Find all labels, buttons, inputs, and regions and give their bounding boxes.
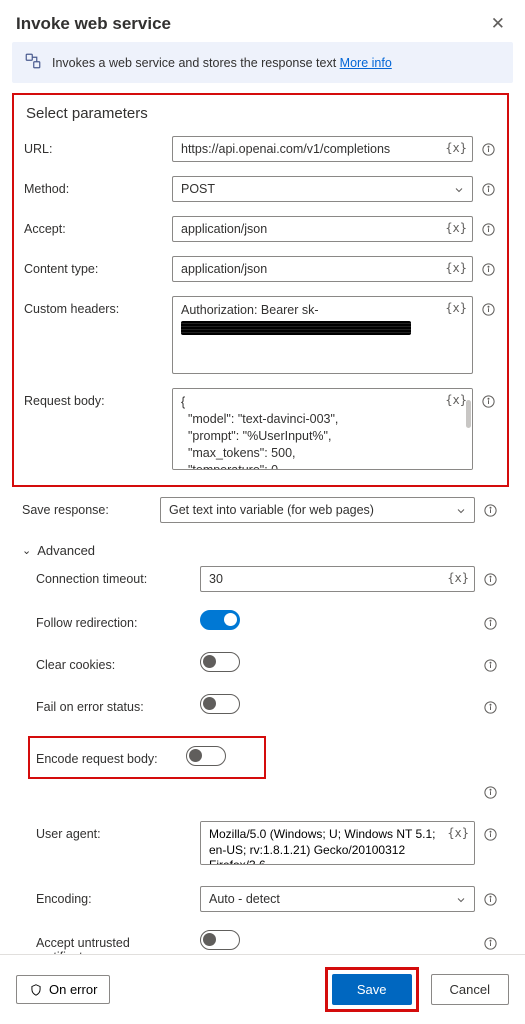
follow-redirection-toggle[interactable] bbox=[200, 610, 240, 630]
content-type-label: Content type: bbox=[24, 256, 164, 276]
info-icon[interactable] bbox=[483, 610, 499, 634]
save-highlight: Save bbox=[325, 967, 419, 1012]
clear-cookies-toggle[interactable] bbox=[200, 652, 240, 672]
accept-label: Accept: bbox=[24, 216, 164, 236]
dialog-title: Invoke web service bbox=[16, 14, 171, 34]
auth-header-prefix: Authorization: Bearer sk- bbox=[181, 303, 319, 317]
connection-timeout-input[interactable] bbox=[200, 566, 475, 592]
clear-cookies-label: Clear cookies: bbox=[36, 652, 192, 672]
on-error-button[interactable]: On error bbox=[16, 975, 110, 1004]
user-agent-input[interactable] bbox=[200, 821, 475, 865]
info-icon[interactable] bbox=[481, 296, 497, 320]
accept-untrusted-label: Accept untrusted certificates: bbox=[36, 930, 192, 954]
info-icon[interactable] bbox=[483, 779, 499, 803]
save-button[interactable]: Save bbox=[332, 974, 412, 1005]
method-label: Method: bbox=[24, 176, 164, 196]
info-icon[interactable] bbox=[483, 652, 499, 676]
info-icon[interactable] bbox=[481, 216, 497, 240]
request-body-label: Request body: bbox=[24, 388, 164, 408]
method-select[interactable]: POST bbox=[172, 176, 473, 202]
web-service-icon bbox=[24, 52, 42, 73]
custom-headers-input[interactable]: Authorization: Bearer sk- bbox=[172, 296, 473, 374]
save-response-label: Save response: bbox=[22, 497, 152, 517]
cancel-button[interactable]: Cancel bbox=[431, 974, 509, 1005]
fail-on-error-label: Fail on error status: bbox=[36, 694, 192, 714]
shield-icon bbox=[29, 983, 43, 997]
info-icon[interactable] bbox=[483, 694, 499, 718]
select-parameters-group: Select parameters URL: {x} Method: POST … bbox=[12, 93, 509, 487]
request-body-input[interactable] bbox=[172, 388, 473, 470]
info-icon[interactable] bbox=[483, 497, 499, 521]
info-icon[interactable] bbox=[483, 886, 499, 910]
info-icon[interactable] bbox=[483, 566, 499, 590]
encode-body-toggle[interactable] bbox=[186, 746, 226, 766]
info-icon[interactable] bbox=[481, 388, 497, 412]
fail-on-error-toggle[interactable] bbox=[200, 694, 240, 714]
info-banner: Invokes a web service and stores the res… bbox=[12, 42, 513, 83]
url-label: URL: bbox=[24, 136, 164, 156]
url-input[interactable] bbox=[172, 136, 473, 162]
encode-body-label: Encode request body: bbox=[36, 746, 178, 766]
info-icon[interactable] bbox=[481, 176, 497, 200]
content-type-input[interactable] bbox=[172, 256, 473, 282]
section-header: Select parameters bbox=[26, 105, 497, 122]
accept-input[interactable] bbox=[172, 216, 473, 242]
info-icon[interactable] bbox=[481, 256, 497, 280]
chevron-down-icon: ⌄ bbox=[22, 544, 31, 557]
info-icon[interactable] bbox=[481, 136, 497, 160]
banner-text: Invokes a web service and stores the res… bbox=[52, 56, 336, 70]
custom-headers-label: Custom headers: bbox=[24, 296, 164, 316]
redacted-token bbox=[181, 321, 411, 335]
accept-untrusted-toggle[interactable] bbox=[200, 930, 240, 950]
save-response-select[interactable]: Get text into variable (for web pages) bbox=[160, 497, 475, 523]
connection-timeout-label: Connection timeout: bbox=[36, 566, 192, 586]
on-error-label: On error bbox=[49, 982, 97, 997]
encoding-label: Encoding: bbox=[36, 886, 192, 906]
info-icon[interactable] bbox=[483, 930, 499, 954]
scrollbar[interactable] bbox=[466, 400, 471, 428]
info-icon[interactable] bbox=[483, 821, 499, 845]
more-info-link[interactable]: More info bbox=[340, 56, 392, 70]
user-agent-label: User agent: bbox=[36, 821, 192, 841]
advanced-toggle[interactable]: ⌄ Advanced bbox=[22, 537, 499, 566]
encoding-select[interactable]: Auto - detect bbox=[200, 886, 475, 912]
close-icon[interactable]: ✕ bbox=[487, 14, 509, 34]
advanced-label: Advanced bbox=[37, 543, 95, 558]
follow-redirection-label: Follow redirection: bbox=[36, 610, 192, 630]
